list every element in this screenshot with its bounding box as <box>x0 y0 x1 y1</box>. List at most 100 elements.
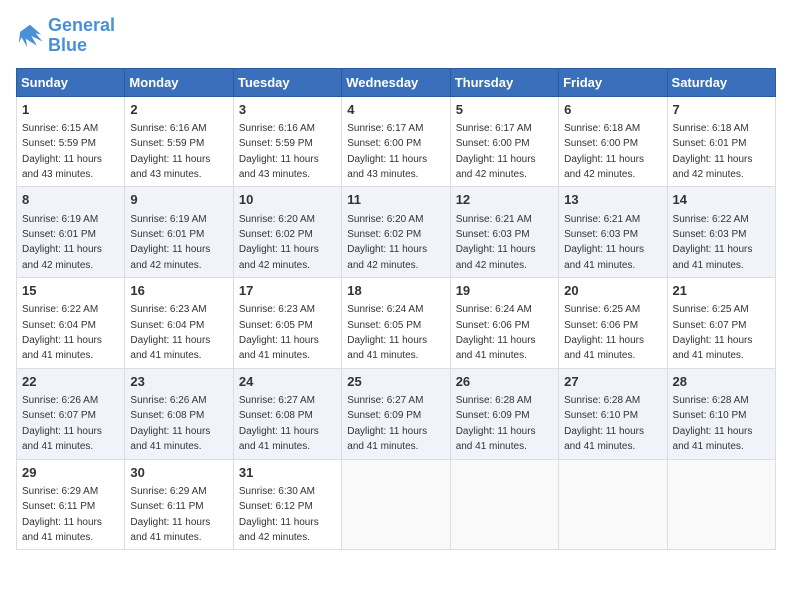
calendar-cell: 2 Sunrise: 6:16 AMSunset: 5:59 PMDayligh… <box>125 96 233 187</box>
day-info: Sunrise: 6:26 AMSunset: 6:07 PMDaylight:… <box>22 395 102 452</box>
day-number: 24 <box>239 373 336 391</box>
day-number: 25 <box>347 373 444 391</box>
calendar-cell: 3 Sunrise: 6:16 AMSunset: 5:59 PMDayligh… <box>233 96 341 187</box>
day-info: Sunrise: 6:25 AMSunset: 6:07 PMDaylight:… <box>673 304 753 361</box>
calendar-cell: 31 Sunrise: 6:30 AMSunset: 6:12 PMDaylig… <box>233 459 341 550</box>
day-number: 3 <box>239 101 336 119</box>
day-number: 18 <box>347 282 444 300</box>
day-number: 1 <box>22 101 119 119</box>
week-row-4: 22 Sunrise: 6:26 AMSunset: 6:07 PMDaylig… <box>17 368 776 459</box>
day-info: Sunrise: 6:24 AMSunset: 6:05 PMDaylight:… <box>347 304 427 361</box>
calendar-cell: 7 Sunrise: 6:18 AMSunset: 6:01 PMDayligh… <box>667 96 775 187</box>
day-number: 7 <box>673 101 770 119</box>
day-info: Sunrise: 6:30 AMSunset: 6:12 PMDaylight:… <box>239 486 319 543</box>
day-number: 27 <box>564 373 661 391</box>
calendar-cell: 9 Sunrise: 6:19 AMSunset: 6:01 PMDayligh… <box>125 187 233 278</box>
calendar-cell: 22 Sunrise: 6:26 AMSunset: 6:07 PMDaylig… <box>17 368 125 459</box>
day-info: Sunrise: 6:19 AMSunset: 6:01 PMDaylight:… <box>130 214 210 271</box>
day-info: Sunrise: 6:29 AMSunset: 6:11 PMDaylight:… <box>130 486 210 543</box>
day-info: Sunrise: 6:21 AMSunset: 6:03 PMDaylight:… <box>456 214 536 271</box>
day-info: Sunrise: 6:18 AMSunset: 6:01 PMDaylight:… <box>673 123 753 180</box>
page-header: General Blue <box>16 16 776 56</box>
day-info: Sunrise: 6:23 AMSunset: 6:05 PMDaylight:… <box>239 304 319 361</box>
calendar-table: SundayMondayTuesdayWednesdayThursdayFrid… <box>16 68 776 551</box>
day-info: Sunrise: 6:20 AMSunset: 6:02 PMDaylight:… <box>239 214 319 271</box>
day-number: 30 <box>130 464 227 482</box>
day-number: 26 <box>456 373 553 391</box>
day-info: Sunrise: 6:16 AMSunset: 5:59 PMDaylight:… <box>239 123 319 180</box>
calendar-cell: 28 Sunrise: 6:28 AMSunset: 6:10 PMDaylig… <box>667 368 775 459</box>
day-number: 22 <box>22 373 119 391</box>
calendar-cell: 24 Sunrise: 6:27 AMSunset: 6:08 PMDaylig… <box>233 368 341 459</box>
day-info: Sunrise: 6:22 AMSunset: 6:04 PMDaylight:… <box>22 304 102 361</box>
calendar-cell: 8 Sunrise: 6:19 AMSunset: 6:01 PMDayligh… <box>17 187 125 278</box>
day-number: 11 <box>347 191 444 209</box>
day-info: Sunrise: 6:23 AMSunset: 6:04 PMDaylight:… <box>130 304 210 361</box>
day-info: Sunrise: 6:22 AMSunset: 6:03 PMDaylight:… <box>673 214 753 271</box>
weekday-header-wednesday: Wednesday <box>342 68 450 96</box>
day-info: Sunrise: 6:29 AMSunset: 6:11 PMDaylight:… <box>22 486 102 543</box>
day-number: 10 <box>239 191 336 209</box>
calendar-cell: 6 Sunrise: 6:18 AMSunset: 6:00 PMDayligh… <box>559 96 667 187</box>
weekday-header-friday: Friday <box>559 68 667 96</box>
day-info: Sunrise: 6:28 AMSunset: 6:10 PMDaylight:… <box>673 395 753 452</box>
day-info: Sunrise: 6:20 AMSunset: 6:02 PMDaylight:… <box>347 214 427 271</box>
calendar-cell: 29 Sunrise: 6:29 AMSunset: 6:11 PMDaylig… <box>17 459 125 550</box>
day-number: 12 <box>456 191 553 209</box>
day-number: 15 <box>22 282 119 300</box>
week-row-1: 1 Sunrise: 6:15 AMSunset: 5:59 PMDayligh… <box>17 96 776 187</box>
day-number: 29 <box>22 464 119 482</box>
calendar-cell: 30 Sunrise: 6:29 AMSunset: 6:11 PMDaylig… <box>125 459 233 550</box>
week-row-2: 8 Sunrise: 6:19 AMSunset: 6:01 PMDayligh… <box>17 187 776 278</box>
calendar-cell: 1 Sunrise: 6:15 AMSunset: 5:59 PMDayligh… <box>17 96 125 187</box>
day-number: 28 <box>673 373 770 391</box>
weekday-header-saturday: Saturday <box>667 68 775 96</box>
weekday-header-tuesday: Tuesday <box>233 68 341 96</box>
calendar-cell <box>559 459 667 550</box>
calendar-cell: 14 Sunrise: 6:22 AMSunset: 6:03 PMDaylig… <box>667 187 775 278</box>
calendar-cell <box>342 459 450 550</box>
weekday-header-thursday: Thursday <box>450 68 558 96</box>
calendar-cell: 11 Sunrise: 6:20 AMSunset: 6:02 PMDaylig… <box>342 187 450 278</box>
calendar-cell: 5 Sunrise: 6:17 AMSunset: 6:00 PMDayligh… <box>450 96 558 187</box>
logo-icon <box>16 22 44 50</box>
week-row-3: 15 Sunrise: 6:22 AMSunset: 6:04 PMDaylig… <box>17 278 776 369</box>
weekday-header-monday: Monday <box>125 68 233 96</box>
calendar-cell <box>667 459 775 550</box>
calendar-cell: 12 Sunrise: 6:21 AMSunset: 6:03 PMDaylig… <box>450 187 558 278</box>
calendar-cell: 18 Sunrise: 6:24 AMSunset: 6:05 PMDaylig… <box>342 278 450 369</box>
day-number: 21 <box>673 282 770 300</box>
day-info: Sunrise: 6:26 AMSunset: 6:08 PMDaylight:… <box>130 395 210 452</box>
day-number: 17 <box>239 282 336 300</box>
day-info: Sunrise: 6:17 AMSunset: 6:00 PMDaylight:… <box>347 123 427 180</box>
calendar-cell: 4 Sunrise: 6:17 AMSunset: 6:00 PMDayligh… <box>342 96 450 187</box>
day-info: Sunrise: 6:28 AMSunset: 6:09 PMDaylight:… <box>456 395 536 452</box>
day-info: Sunrise: 6:21 AMSunset: 6:03 PMDaylight:… <box>564 214 644 271</box>
day-number: 8 <box>22 191 119 209</box>
day-number: 9 <box>130 191 227 209</box>
day-info: Sunrise: 6:15 AMSunset: 5:59 PMDaylight:… <box>22 123 102 180</box>
calendar-cell: 27 Sunrise: 6:28 AMSunset: 6:10 PMDaylig… <box>559 368 667 459</box>
day-info: Sunrise: 6:27 AMSunset: 6:08 PMDaylight:… <box>239 395 319 452</box>
weekday-header-row: SundayMondayTuesdayWednesdayThursdayFrid… <box>17 68 776 96</box>
calendar-cell: 21 Sunrise: 6:25 AMSunset: 6:07 PMDaylig… <box>667 278 775 369</box>
calendar-cell: 26 Sunrise: 6:28 AMSunset: 6:09 PMDaylig… <box>450 368 558 459</box>
calendar-cell: 15 Sunrise: 6:22 AMSunset: 6:04 PMDaylig… <box>17 278 125 369</box>
day-number: 16 <box>130 282 227 300</box>
calendar-cell: 10 Sunrise: 6:20 AMSunset: 6:02 PMDaylig… <box>233 187 341 278</box>
calendar-cell: 16 Sunrise: 6:23 AMSunset: 6:04 PMDaylig… <box>125 278 233 369</box>
day-info: Sunrise: 6:24 AMSunset: 6:06 PMDaylight:… <box>456 304 536 361</box>
day-info: Sunrise: 6:27 AMSunset: 6:09 PMDaylight:… <box>347 395 427 452</box>
day-number: 20 <box>564 282 661 300</box>
calendar-cell <box>450 459 558 550</box>
calendar-cell: 20 Sunrise: 6:25 AMSunset: 6:06 PMDaylig… <box>559 278 667 369</box>
day-info: Sunrise: 6:16 AMSunset: 5:59 PMDaylight:… <box>130 123 210 180</box>
day-number: 6 <box>564 101 661 119</box>
day-number: 14 <box>673 191 770 209</box>
day-number: 23 <box>130 373 227 391</box>
logo-text: General Blue <box>48 16 115 56</box>
weekday-header-sunday: Sunday <box>17 68 125 96</box>
day-info: Sunrise: 6:28 AMSunset: 6:10 PMDaylight:… <box>564 395 644 452</box>
day-number: 13 <box>564 191 661 209</box>
week-row-5: 29 Sunrise: 6:29 AMSunset: 6:11 PMDaylig… <box>17 459 776 550</box>
